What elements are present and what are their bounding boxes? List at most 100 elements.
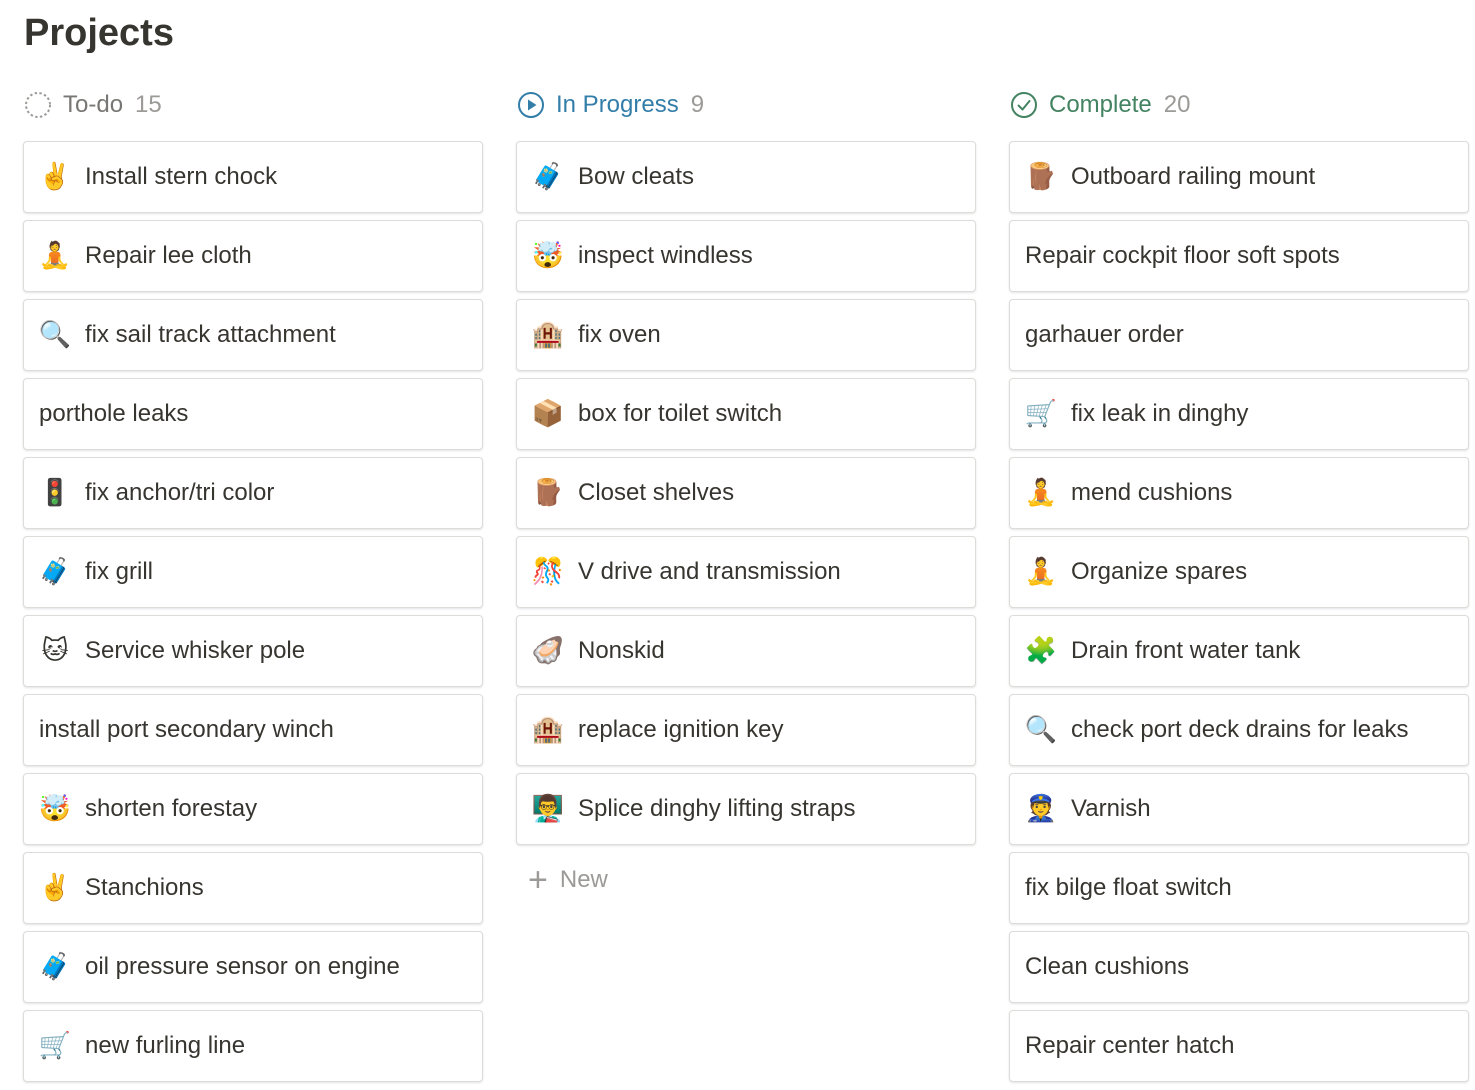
page-emoji-icon: 🪵 — [1024, 162, 1058, 192]
card-title: fix anchor/tri color — [85, 479, 275, 506]
project-card[interactable]: 📦 box for toilet switch — [516, 378, 976, 450]
card-title: new furling line — [85, 1032, 246, 1059]
project-card[interactable]: 👨‍🏫 Splice dinghy lifting straps — [516, 773, 976, 845]
page-emoji-icon: 🐱 — [41, 636, 69, 666]
page-emoji-icon: 🦪 — [531, 636, 565, 666]
column-complete: Complete 20 🪵 Outboard railing mount Repai… — [1009, 84, 1469, 1089]
card-title: fix sail track attachment — [85, 321, 336, 348]
card-title: fix oven — [578, 321, 661, 348]
card-title: install port secondary winch — [39, 716, 334, 743]
project-card[interactable]: Clean cushions — [1009, 931, 1469, 1003]
page-emoji-icon: 🧳 — [38, 952, 72, 982]
column-title: In Progress — [556, 91, 679, 118]
column-title: Complete — [1049, 91, 1152, 118]
project-card[interactable]: 🏨 replace ignition key — [516, 694, 976, 766]
page-emoji-icon: 🧳 — [38, 557, 72, 587]
card-list: ✌️ Install stern chock 🧘 Repair lee cloth 🔍 f… — [23, 141, 483, 1082]
card-title: oil pressure sensor on engine — [85, 953, 400, 980]
project-card[interactable]: 🧳 fix grill — [23, 536, 483, 608]
column-in-progress: In Progress 9 🧳 Bow cleats 🤯 inspect windle… — [516, 84, 976, 1089]
project-card[interactable]: 🧩 Drain front water tank — [1009, 615, 1469, 687]
page-title: Projects — [24, 12, 174, 54]
page-emoji-icon: 📦 — [531, 399, 565, 429]
project-card[interactable]: garhauer order — [1009, 299, 1469, 371]
project-card[interactable]: 🎊 V drive and transmission — [516, 536, 976, 608]
project-card[interactable]: porthole leaks — [23, 378, 483, 450]
page-emoji-icon: 🔍 — [1024, 715, 1058, 745]
page-emoji-icon: 🧩 — [1024, 636, 1058, 666]
project-card[interactable]: 🛒 new furling line — [23, 1010, 483, 1082]
project-card[interactable]: 🚦 fix anchor/tri color — [23, 457, 483, 529]
page-emoji-icon: 🧘 — [38, 241, 72, 271]
project-card[interactable]: 🧘 Repair lee cloth — [23, 220, 483, 292]
card-title: Drain front water tank — [1071, 637, 1301, 664]
card-title: box for toilet switch — [578, 400, 783, 427]
play-circle-icon — [516, 90, 546, 120]
column-title: To-do — [63, 91, 124, 118]
project-card[interactable]: Repair cockpit floor soft spots — [1009, 220, 1469, 292]
card-title: Organize spares — [1071, 558, 1248, 585]
card-title: Nonskid — [578, 637, 665, 664]
projects-page: Projects To-do 15 ✌️ Install stern chock 🧘… — [0, 0, 1475, 1090]
column-count: 15 — [135, 91, 162, 118]
page-emoji-icon: 🪵 — [531, 478, 565, 508]
new-card-button[interactable]: + New — [516, 852, 976, 908]
project-card[interactable]: 🦪 Nonskid — [516, 615, 976, 687]
column-count: 20 — [1163, 91, 1191, 118]
project-card[interactable]: 🧳 oil pressure sensor on engine — [23, 931, 483, 1003]
project-card[interactable]: 🤯 shorten forestay — [23, 773, 483, 845]
page-emoji-icon: 🤯 — [38, 794, 72, 824]
project-card[interactable]: 👮 Varnish — [1009, 773, 1469, 845]
card-title: check port deck drains for leaks — [1071, 716, 1409, 743]
card-title: replace ignition key — [578, 716, 784, 743]
project-card[interactable]: 🤯 inspect windless — [516, 220, 976, 292]
card-title: Repair cockpit floor soft spots — [1025, 242, 1340, 269]
page-emoji-icon: 🔍 — [38, 320, 72, 350]
card-title: fix leak in dinghy — [1071, 400, 1249, 427]
page-emoji-icon: 🛒 — [1024, 399, 1058, 429]
project-card[interactable]: install port secondary winch — [23, 694, 483, 766]
page-emoji-icon: 🎊 — [531, 557, 565, 587]
project-card[interactable]: 🧘 Organize spares — [1009, 536, 1469, 608]
page-emoji-icon: ✌️ — [38, 162, 72, 192]
project-card[interactable]: 🪵 Closet shelves — [516, 457, 976, 529]
new-card-label: New — [559, 866, 608, 893]
column-header-complete[interactable]: Complete 20 — [1009, 84, 1469, 126]
card-title: Bow cleats — [578, 163, 695, 190]
column-header-todo[interactable]: To-do 15 — [23, 84, 483, 126]
card-list: 🧳 Bow cleats 🤯 inspect windless 🏨 fix oven 📦 bo… — [516, 141, 976, 845]
project-card[interactable]: 🔍 check port deck drains for leaks — [1009, 694, 1469, 766]
project-card[interactable]: ✌️ Stanchions — [23, 852, 483, 924]
page-emoji-icon: 🏨 — [531, 320, 565, 350]
project-card[interactable]: 🐱 Service whisker pole — [23, 615, 483, 687]
card-title: fix bilge float switch — [1025, 874, 1232, 901]
project-card[interactable]: Repair center hatch — [1009, 1010, 1469, 1082]
column-header-in-progress[interactable]: In Progress 9 — [516, 84, 976, 126]
project-card[interactable]: 🪵 Outboard railing mount — [1009, 141, 1469, 213]
page-emoji-icon: 🛒 — [38, 1031, 72, 1061]
column-todo: To-do 15 ✌️ Install stern chock 🧘 Repair le… — [23, 84, 483, 1089]
page-emoji-icon: 🤯 — [531, 241, 565, 271]
card-title: garhauer order — [1025, 321, 1184, 348]
card-title: porthole leaks — [39, 400, 189, 427]
card-list: 🪵 Outboard railing mount Repair cockpit fl… — [1009, 141, 1469, 1082]
card-title: V drive and transmission — [578, 558, 841, 585]
page-emoji-icon: 🧳 — [531, 162, 565, 192]
card-title: fix grill — [85, 558, 154, 585]
card-title: Closet shelves — [578, 479, 735, 506]
column-count: 9 — [690, 91, 705, 118]
page-emoji-icon: 👨‍🏫 — [531, 794, 565, 824]
project-card[interactable]: ✌️ Install stern chock — [23, 141, 483, 213]
page-emoji-icon: 👮 — [1024, 794, 1058, 824]
card-title: Repair center hatch — [1025, 1032, 1235, 1059]
card-title: Clean cushions — [1025, 953, 1190, 980]
project-card[interactable]: 🛒 fix leak in dinghy — [1009, 378, 1469, 450]
page-emoji-icon: 🧘 — [1024, 478, 1058, 508]
card-title: Repair lee cloth — [85, 242, 252, 269]
project-card[interactable]: 🏨 fix oven — [516, 299, 976, 371]
project-card[interactable]: 🔍 fix sail track attachment — [23, 299, 483, 371]
project-card[interactable]: 🧘 mend cushions — [1009, 457, 1469, 529]
page-emoji-icon: 🧘 — [1024, 557, 1058, 587]
project-card[interactable]: 🧳 Bow cleats — [516, 141, 976, 213]
project-card[interactable]: fix bilge float switch — [1009, 852, 1469, 924]
